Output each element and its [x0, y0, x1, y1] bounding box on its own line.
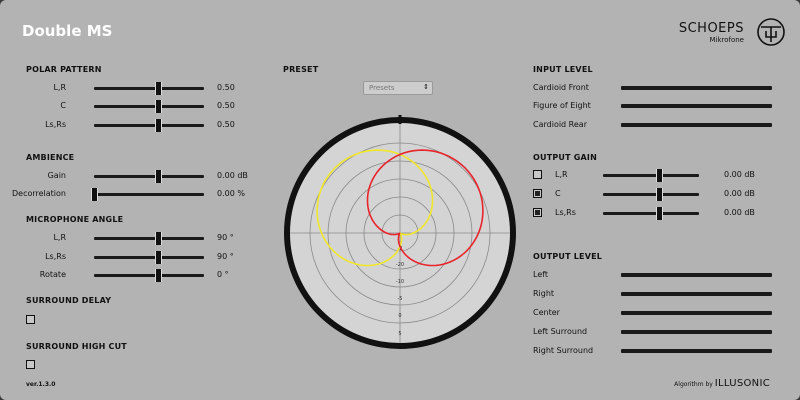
- output-right-surround-meter: [621, 349, 772, 353]
- output-gain-lsrs-slider-track[interactable]: [603, 212, 699, 215]
- polar-pattern-c-slider-track[interactable]: [94, 105, 204, 108]
- output-gain-lr-value: 0.00 dB: [724, 170, 755, 179]
- output-gain-c-value: 0.00 dB: [724, 189, 755, 198]
- input-cardioid-front-label: Cardioid Front: [533, 83, 589, 92]
- ambience-gain-label: Gain: [47, 171, 66, 180]
- output-right-label: Right: [533, 289, 555, 298]
- output-center-label: Center: [533, 308, 560, 317]
- output-gain-lr-label: L,R: [555, 170, 568, 179]
- polar-pattern-lr-slider-track[interactable]: [94, 87, 204, 90]
- output-level-heading: OUTPUT LEVEL: [533, 252, 603, 261]
- output-center-meter: [621, 311, 772, 315]
- microphone-angle-lr-slider-track[interactable]: [94, 237, 204, 240]
- polar-front-marker: [398, 115, 402, 124]
- polar-pattern-lsrs-value: 0.50: [217, 120, 235, 129]
- ambience-gain-slider-handle[interactable]: [154, 170, 162, 183]
- app-title: Double MS: [22, 22, 113, 40]
- input-cardioid-rear-meter: [621, 123, 772, 127]
- microphone-angle-lr-value: 90 °: [217, 233, 234, 242]
- microphone-angle-lr-label: L,R: [53, 233, 66, 242]
- microphone-angle-rotate-slider-handle[interactable]: [154, 269, 162, 282]
- output-gain-lr-checkbox[interactable]: [533, 170, 542, 179]
- ambience-decorrelation-label: Decorrelation: [11, 189, 66, 198]
- preset-value: Presets: [369, 84, 395, 92]
- output-gain-lsrs-value: 0.00 dB: [724, 208, 755, 217]
- polar-ring-label: -10: [396, 279, 404, 285]
- ambience-gain-slider-track[interactable]: [94, 175, 204, 178]
- ambience-heading: AMBIENCE: [26, 153, 75, 162]
- ambience-decorrelation-value: 0.00 %: [217, 189, 245, 198]
- output-gain-lsrs-label: Ls,Rs: [555, 208, 576, 217]
- microphone-angle-lr-slider-handle[interactable]: [154, 232, 162, 245]
- output-gain-lsrs-checkbox[interactable]: [533, 208, 542, 217]
- output-gain-c-label: C: [555, 189, 561, 198]
- algorithm-credit: Algorithm by ILLUSONIC: [674, 378, 770, 389]
- surround-high-cut-heading: SURROUND HIGH CUT: [26, 342, 127, 351]
- output-gain-lsrs-slider-handle[interactable]: [655, 207, 663, 220]
- polar-pattern-heading: POLAR PATTERN: [26, 65, 102, 74]
- plugin-window: Double MS SCHOEPS Mikrofone POLAR PATTER…: [0, 0, 800, 400]
- microphone-angle-rotate-value: 0 °: [217, 270, 229, 279]
- polar-pattern-c-value: 0.50: [217, 101, 235, 110]
- surround-delay-checkbox[interactable]: [26, 315, 35, 324]
- input-cardioid-front-meter: [621, 86, 772, 90]
- output-left-surround-meter: [621, 330, 772, 334]
- output-gain-c-slider-track[interactable]: [603, 193, 699, 196]
- output-gain-heading: OUTPUT GAIN: [533, 153, 597, 162]
- output-gain-lr-slider-handle[interactable]: [655, 169, 663, 182]
- surround-high-cut-checkbox[interactable]: [26, 360, 35, 369]
- microphone-angle-rotate-slider-track[interactable]: [94, 274, 204, 277]
- microphone-angle-lsrs-slider-track[interactable]: [94, 256, 204, 259]
- brand-subtitle: Mikrofone: [709, 36, 744, 44]
- algorithm-by-label: Algorithm by: [674, 381, 713, 388]
- polar-ring-label: -5: [398, 296, 403, 302]
- microphone-angle-lsrs-label: Ls,Rs: [45, 252, 66, 261]
- dropdown-arrow-icon: ⇕: [423, 83, 429, 91]
- polar-pattern-lsrs-label: Ls,Rs: [45, 120, 66, 129]
- input-cardioid-rear-label: Cardioid Rear: [533, 120, 587, 129]
- preset-dropdown[interactable]: Presets ⇕: [363, 81, 433, 95]
- output-left-meter: [621, 273, 772, 277]
- polar-ring-label: 5: [398, 331, 401, 337]
- input-figure-of-eight-label: Figure of Eight: [533, 101, 591, 110]
- output-left-label: Left: [533, 270, 549, 279]
- input-figure-of-eight-meter: [621, 104, 772, 108]
- brand-name: SCHOEPS: [678, 21, 744, 36]
- preset-heading: PRESET: [283, 65, 319, 74]
- polar-pattern-plot: -2-20-10-505: [284, 115, 516, 349]
- polar-pattern-lr-label: L,R: [53, 83, 66, 92]
- illusonic-brand: ILLUSONIC: [714, 378, 770, 389]
- schoeps-logo-icon: [757, 18, 785, 46]
- surround-delay-heading: SURROUND DELAY: [26, 296, 112, 305]
- polar-pattern-lsrs-slider-handle[interactable]: [154, 119, 162, 132]
- output-right-surround-label: Right Surround: [533, 346, 594, 355]
- input-level-heading: INPUT LEVEL: [533, 65, 593, 74]
- polar-pattern-c-label: C: [60, 101, 66, 110]
- ambience-gain-value: 0.00 dB: [217, 171, 248, 180]
- microphone-angle-lsrs-slider-handle[interactable]: [154, 251, 162, 264]
- microphone-angle-rotate-label: Rotate: [39, 270, 66, 279]
- polar-ring-label: 0: [398, 313, 401, 319]
- polar-ring-label: -20: [396, 262, 404, 268]
- output-right-meter: [621, 292, 772, 296]
- output-left-surround-label: Left Surround: [533, 327, 588, 336]
- output-gain-lr-slider-track[interactable]: [603, 174, 699, 177]
- output-gain-c-slider-handle[interactable]: [655, 188, 663, 201]
- microphone-angle-heading: MICROPHONE ANGLE: [26, 215, 124, 224]
- output-gain-c-checkbox[interactable]: [533, 189, 542, 198]
- ambience-decorrelation-slider-track[interactable]: [94, 193, 204, 196]
- ambience-decorrelation-slider-handle[interactable]: [91, 188, 98, 201]
- polar-pattern-c-slider-handle[interactable]: [154, 100, 162, 113]
- version-label: ver.1.3.0: [26, 381, 56, 388]
- polar-pattern-lr-slider-handle[interactable]: [154, 82, 162, 95]
- microphone-angle-lsrs-value: 90 °: [217, 252, 234, 261]
- brand: SCHOEPS Mikrofone: [679, 21, 744, 44]
- polar-pattern-lsrs-slider-track[interactable]: [94, 124, 204, 127]
- polar-pattern-lr-value: 0.50: [217, 83, 235, 92]
